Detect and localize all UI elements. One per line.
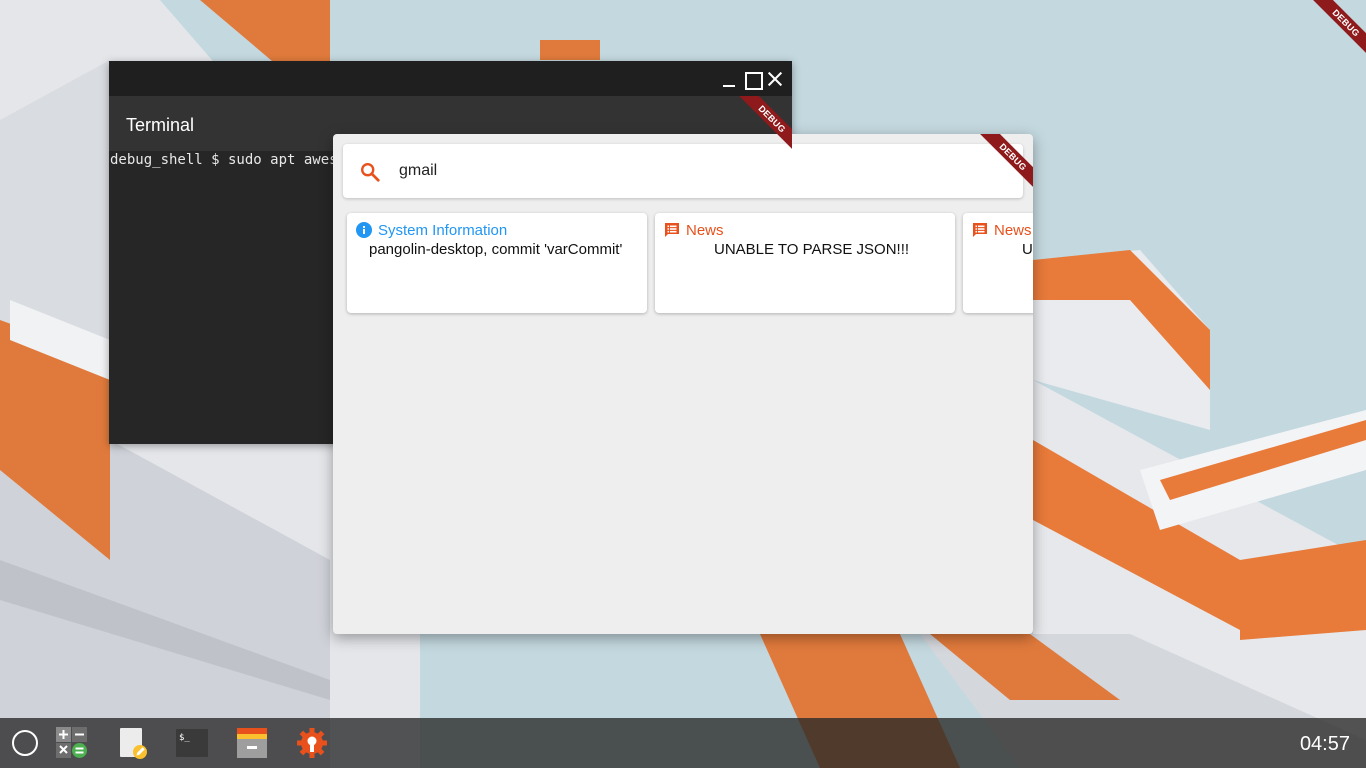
- taskbar: $_ 04:57: [0, 718, 1366, 768]
- settings-icon[interactable]: [296, 727, 328, 759]
- card-title: News: [686, 222, 724, 239]
- calculator-icon[interactable]: [56, 727, 88, 759]
- card-body: UNABLE TO PARSE JSON!!!: [714, 241, 910, 258]
- info-icon: [356, 222, 372, 238]
- window-titlebar[interactable]: [109, 61, 792, 96]
- files-icon[interactable]: [236, 727, 268, 759]
- search-bar[interactable]: [343, 144, 1023, 198]
- close-icon[interactable]: [765, 69, 785, 89]
- clock[interactable]: 04:57: [1300, 733, 1350, 756]
- launcher-panel: System Information pangolin-desktop, com…: [333, 134, 1033, 634]
- minimize-icon[interactable]: [719, 69, 739, 89]
- news-icon: [665, 223, 679, 237]
- card-system-information[interactable]: System Information pangolin-desktop, com…: [347, 213, 647, 313]
- launcher-button[interactable]: [12, 730, 38, 756]
- news-icon: [973, 223, 987, 237]
- terminal-icon[interactable]: $_: [176, 727, 208, 759]
- search-icon: [361, 163, 380, 182]
- card-title: System Information: [378, 222, 508, 239]
- terminal-title: Terminal: [126, 115, 195, 135]
- maximize-icon[interactable]: [742, 69, 763, 90]
- search-input[interactable]: [399, 158, 959, 184]
- card-body: pangolin-desktop, commit 'varCommit': [369, 241, 623, 258]
- card-body: UNABLE TO PARSE JSON!!!: [1022, 241, 1033, 258]
- card-title: News: [994, 222, 1032, 239]
- card-news[interactable]: News UNABLE TO PARSE JSON!!!: [963, 213, 1033, 313]
- notes-icon[interactable]: [117, 727, 149, 759]
- card-news[interactable]: News UNABLE TO PARSE JSON!!!: [655, 213, 955, 313]
- svg-text:$_: $_: [179, 733, 190, 743]
- terminal-command-line: debug_shell $ sudo apt awesome: [110, 152, 363, 168]
